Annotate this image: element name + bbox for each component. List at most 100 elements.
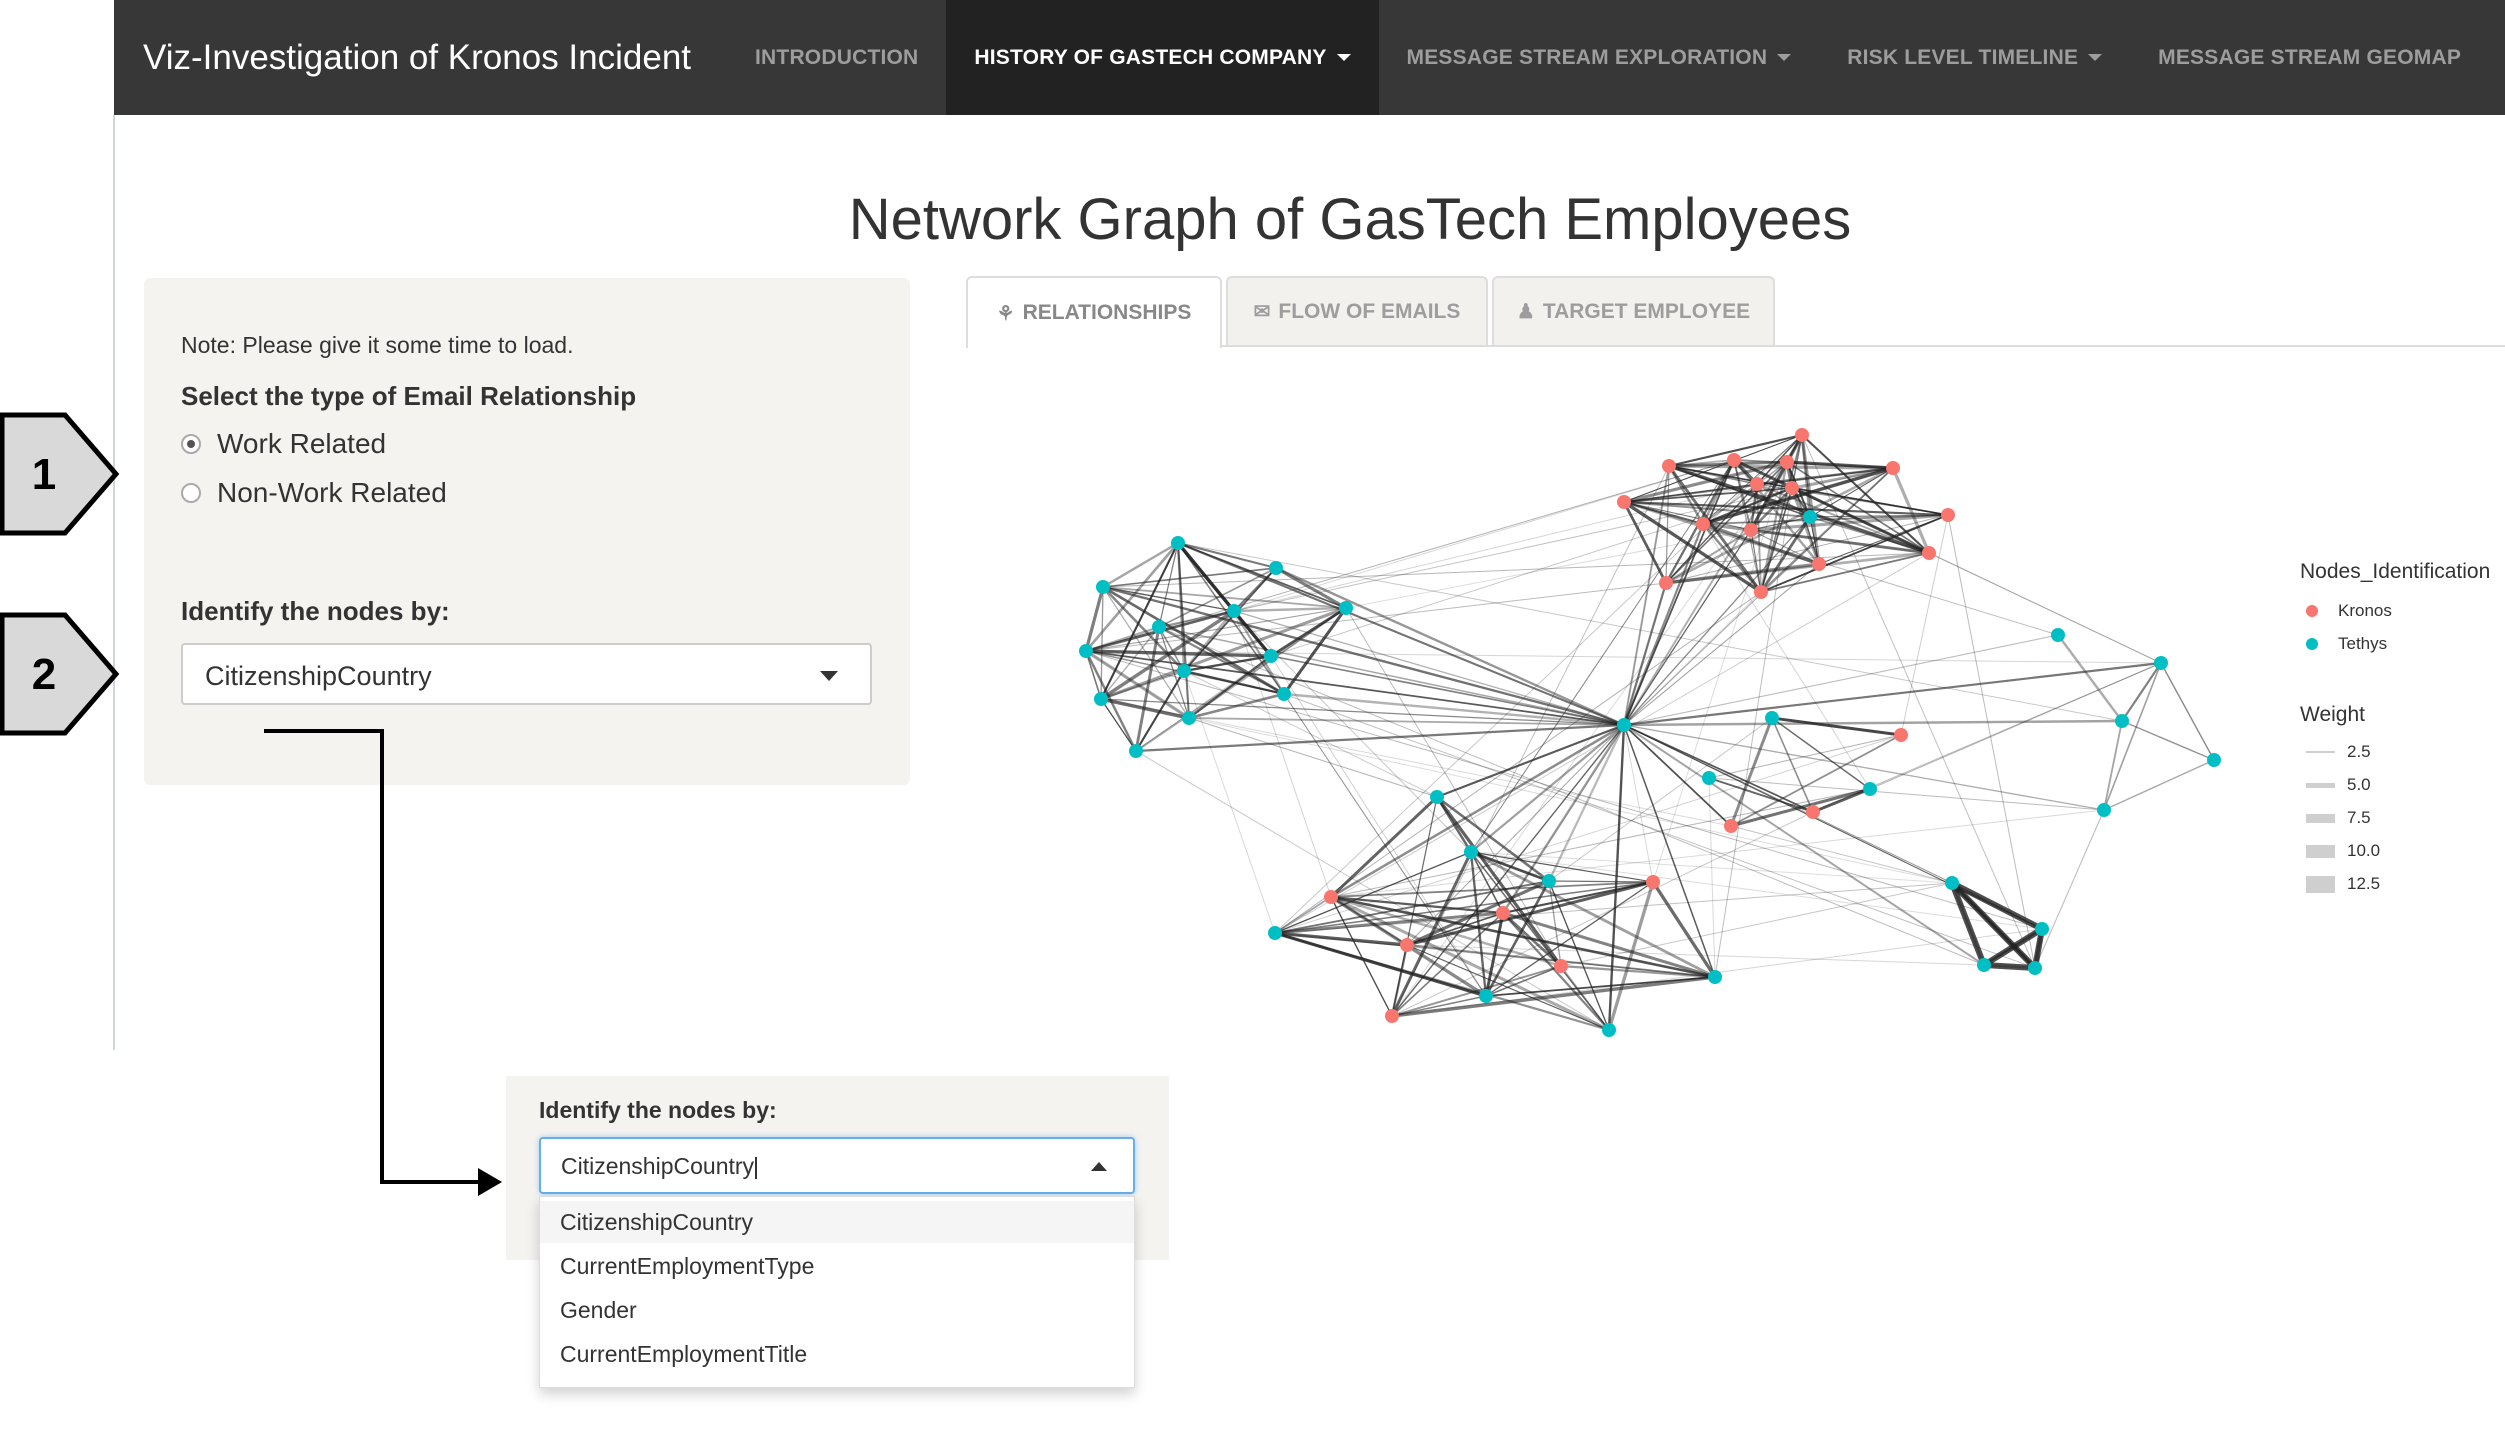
network-edge xyxy=(1176,542,1191,719)
tethys-node xyxy=(2035,922,2049,936)
legend-nodes-title: Nodes_Identification xyxy=(2300,560,2491,583)
zoom-identify-select[interactable]: CitizenshipCountry xyxy=(539,1137,1135,1194)
kronos-node xyxy=(1659,576,1673,590)
legend-weight-1: 2.5 xyxy=(2306,742,2371,762)
tethys-node xyxy=(1152,620,1166,634)
tethys-node xyxy=(1277,687,1291,701)
hub-edge xyxy=(1330,723,1625,899)
app-brand[interactable]: Viz-Investigation of Kronos Incident xyxy=(114,38,727,78)
option-gender[interactable]: Gender xyxy=(540,1289,1134,1331)
zoom-identify-label: Identify the nodes by: xyxy=(539,1097,777,1123)
nav-introduction[interactable]: INTRODUCTION xyxy=(727,0,946,115)
legend-kronos: Kronos xyxy=(2306,601,2392,621)
kronos-node xyxy=(1662,459,1676,473)
handshake-icon: ⚘ xyxy=(996,302,1015,325)
cross-edge xyxy=(1085,459,1735,652)
kronos-node xyxy=(1496,906,1510,920)
radio-checked-icon[interactable] xyxy=(181,434,201,454)
caret-down-icon xyxy=(1777,54,1792,61)
tethys-node xyxy=(2051,628,2065,642)
caret-down-icon xyxy=(2088,54,2103,61)
heavy-edge xyxy=(1983,962,2036,971)
cross-edge xyxy=(1274,734,1902,934)
tethys-node xyxy=(1702,771,1716,785)
radio-unchecked-icon[interactable] xyxy=(181,483,201,503)
relationship-label: Select the type of Email Relationship xyxy=(181,381,637,411)
kronos-node xyxy=(1750,477,1764,491)
page-title: Network Graph of GasTech Employees xyxy=(848,187,1852,252)
kronos-node xyxy=(1646,875,1660,889)
kronos-node xyxy=(1812,557,1826,571)
tethys-node xyxy=(1129,744,1143,758)
cross-edge xyxy=(1283,693,1487,997)
envelope-icon: ✉ xyxy=(1253,301,1271,323)
tethys-node xyxy=(2028,961,2042,975)
tethys-node xyxy=(1269,561,1283,575)
network-edge xyxy=(1651,881,1717,978)
tethys-node xyxy=(1177,664,1191,678)
kronos-node xyxy=(1886,461,1900,475)
tethys-node xyxy=(1945,876,1959,890)
top-navbar: Viz-Investigation of Kronos Incident INT… xyxy=(114,0,2505,115)
cross-edge xyxy=(1188,717,1438,798)
cross-edge xyxy=(1158,626,1985,966)
legend-weight-title: Weight xyxy=(2300,703,2365,726)
zoom-select-value: CitizenshipCountry xyxy=(561,1153,758,1180)
text-cursor xyxy=(755,1156,758,1179)
load-note: Note: Please give it some time to load. xyxy=(181,332,574,358)
tethys-node xyxy=(1268,926,1282,940)
option-current-employment-title[interactable]: CurrentEmploymentTitle xyxy=(540,1333,1134,1375)
tethys-node xyxy=(2154,656,2168,670)
cross-edge xyxy=(1270,487,1793,657)
chevron-up-icon xyxy=(1091,1162,1107,1171)
option-current-employment-type[interactable]: CurrentEmploymentType xyxy=(540,1245,1134,1287)
kronos-node xyxy=(1894,728,1908,742)
legend-tethys: Tethys xyxy=(2306,634,2387,654)
tab-flow-of-emails[interactable]: ✉ FLOW OF EMAILS xyxy=(1226,276,1488,345)
cross-edge xyxy=(1233,459,1735,612)
weight-bar-icon xyxy=(2306,875,2335,893)
cross-edge xyxy=(1274,591,1762,934)
nav-message-stream-exploration[interactable]: MESSAGE STREAM EXPLORATION xyxy=(1379,0,1820,115)
kronos-node xyxy=(1780,455,1794,469)
tethys-node xyxy=(1765,711,1779,725)
tethys-node xyxy=(1602,1023,1616,1037)
kronos-node xyxy=(1744,523,1758,537)
kronos-node xyxy=(1727,453,1741,467)
hub-edge xyxy=(1623,724,2105,811)
tethys-node xyxy=(2097,803,2111,817)
nav-risk-level-timeline[interactable]: RISK LEVEL TIMELINE xyxy=(1819,0,2130,115)
identify-nodes-select[interactable]: CitizenshipCountry xyxy=(181,643,872,705)
network-edge xyxy=(2057,634,2123,722)
tethys-node xyxy=(2115,714,2129,728)
tab-relationships[interactable]: ⚘ RELATIONSHIPS xyxy=(966,276,1222,348)
weight-bar-icon xyxy=(2306,782,2335,788)
tab-target-employee[interactable]: ♟ TARGET EMPLOYEE xyxy=(1492,276,1775,345)
cross-edge xyxy=(2034,809,2105,969)
tethys-node xyxy=(1863,782,1877,796)
dropdown-menu: CitizenshipCountry CurrentEmploymentType… xyxy=(539,1196,1135,1388)
nav-message-stream-geomap[interactable]: MESSAGE STREAM GEOMAP xyxy=(2130,0,2489,115)
hub-edge xyxy=(1623,661,2162,727)
kronos-node xyxy=(1617,495,1631,509)
hub-edge xyxy=(1406,724,1625,946)
tethys-node xyxy=(1977,958,1991,972)
step-marker-2: 2 xyxy=(0,612,120,736)
radio-non-work-related[interactable]: Non-Work Related xyxy=(181,477,447,509)
step-marker-1-text: 1 xyxy=(32,450,56,499)
users-icon: ♟ xyxy=(1516,301,1535,323)
caret-down-icon xyxy=(1336,54,1351,61)
network-edge xyxy=(2121,720,2215,761)
kronos-node xyxy=(1400,938,1414,952)
kronos-node xyxy=(1554,959,1568,973)
network-edge xyxy=(2103,720,2123,811)
tethys-node xyxy=(1227,604,1241,618)
step-marker-2-text: 2 xyxy=(32,650,56,699)
radio-work-related[interactable]: Work Related xyxy=(181,428,386,460)
option-citizenship-country[interactable]: CitizenshipCountry xyxy=(540,1201,1134,1243)
nav-history-gastech[interactable]: HISTORY OF GASTECH COMPANY xyxy=(946,0,1379,115)
kronos-node xyxy=(1696,517,1710,531)
step-marker-1: 1 xyxy=(0,412,120,536)
kronos-node xyxy=(1941,508,1955,522)
tethys-node xyxy=(1464,845,1478,859)
